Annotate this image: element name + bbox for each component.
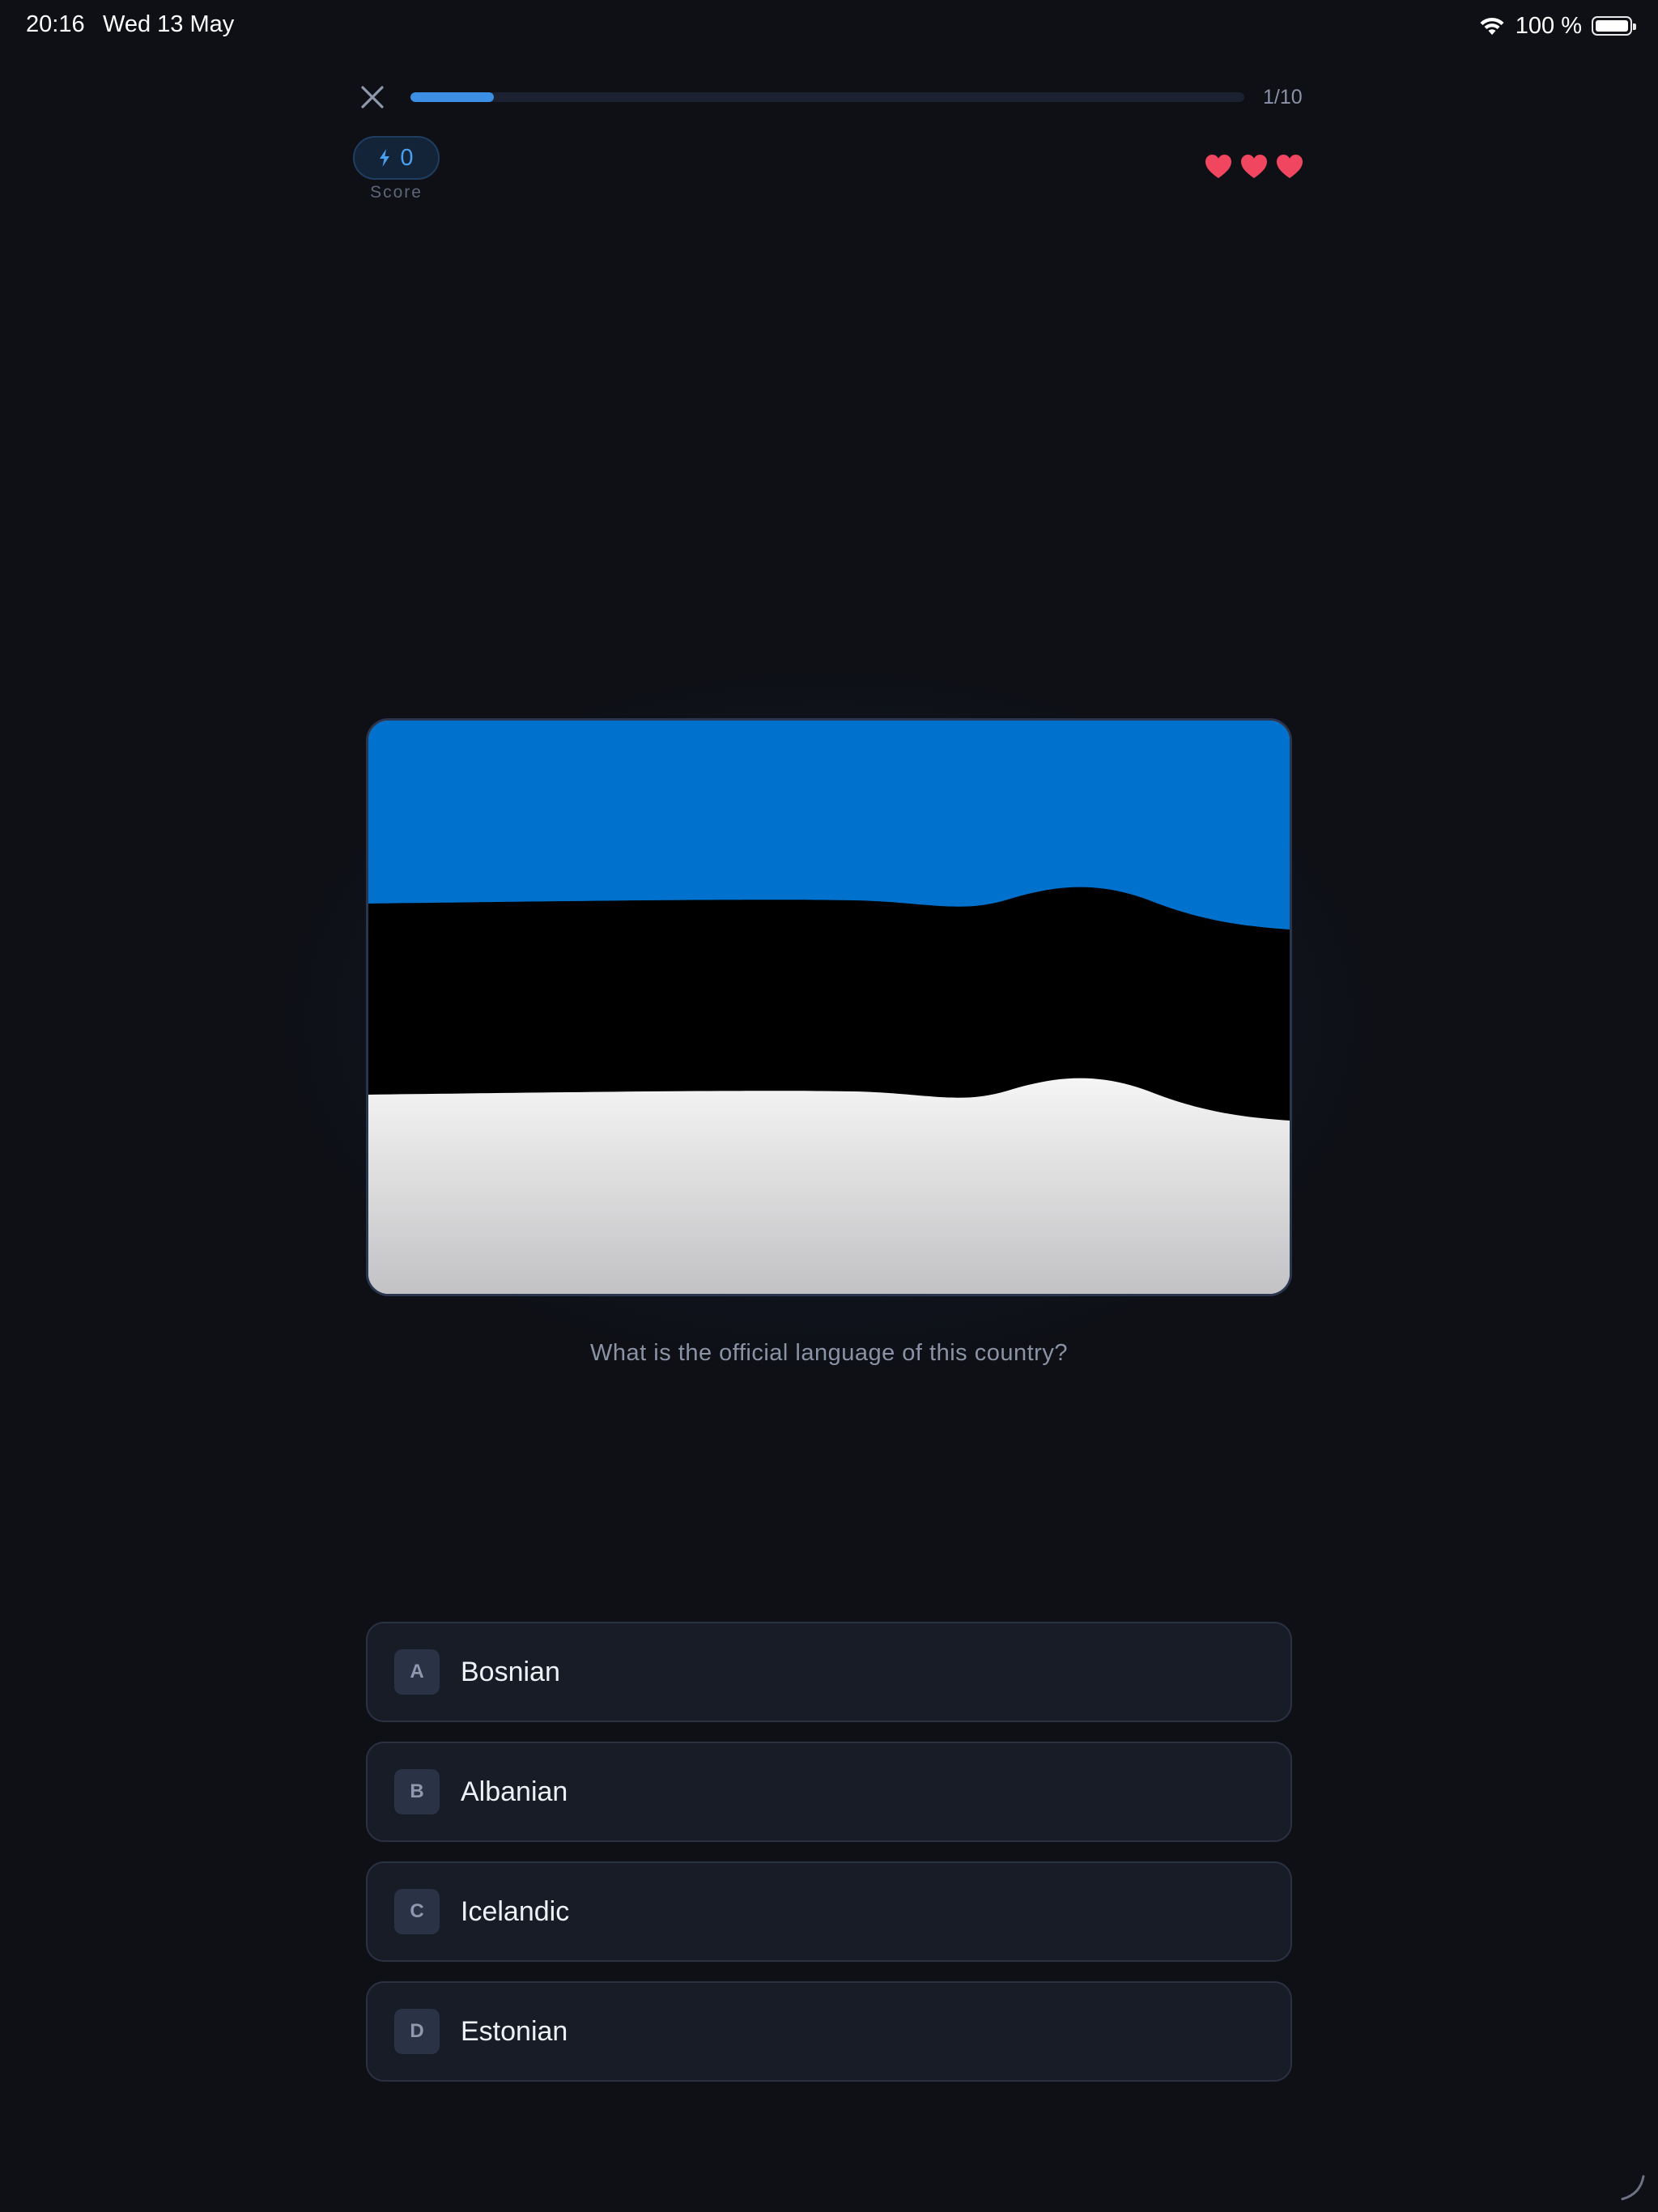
score-value: 0 xyxy=(400,144,414,171)
question-text: What is the official language of this co… xyxy=(590,1340,1068,1366)
answer-option-c[interactable]: C Icelandic xyxy=(366,1861,1292,1962)
lightning-icon xyxy=(380,149,390,167)
status-date: Wed 13 May xyxy=(103,11,235,37)
answer-option-b[interactable]: B Albanian xyxy=(366,1742,1292,1842)
score-label: Score xyxy=(370,183,423,202)
status-time: 20:16 xyxy=(26,11,85,37)
option-label: Bosnian xyxy=(461,1656,560,1687)
battery-icon xyxy=(1592,16,1636,36)
answer-option-a[interactable]: A Bosnian xyxy=(366,1622,1292,1722)
status-indicators: 100 % xyxy=(1478,11,1636,40)
flag-blue-stripe xyxy=(368,721,1290,929)
heart-icon xyxy=(1241,155,1267,178)
option-label: Albanian xyxy=(461,1776,568,1807)
progress-label: 1/10 xyxy=(1263,86,1303,108)
option-label: Estonian xyxy=(461,2015,568,2047)
wifi-icon xyxy=(1480,17,1504,35)
option-label: Icelandic xyxy=(461,1895,570,1927)
flag-image xyxy=(368,721,1290,1294)
option-letter-badge: B xyxy=(394,1769,440,1814)
close-button[interactable] xyxy=(356,81,389,113)
corner-indicator-icon xyxy=(1621,2175,1645,2201)
battery-percentage: 100 % xyxy=(1515,12,1582,39)
quiz-progress-fill xyxy=(410,92,494,102)
flag-card xyxy=(366,718,1292,1296)
status-bar: 20:16 Wed 13 May 100 % xyxy=(0,0,1658,52)
option-letter-badge: D xyxy=(394,2009,440,2054)
answer-option-d[interactable]: D Estonian xyxy=(366,1981,1292,2082)
heart-icon xyxy=(1205,155,1231,178)
quiz-progress-bar xyxy=(410,92,1244,102)
option-letter-badge: A xyxy=(394,1649,440,1695)
heart-icon xyxy=(1277,155,1303,178)
close-icon xyxy=(361,86,384,108)
score-badge: 0 xyxy=(353,136,440,180)
lives-indicator xyxy=(1205,154,1303,180)
option-letter-badge: C xyxy=(394,1889,440,1934)
